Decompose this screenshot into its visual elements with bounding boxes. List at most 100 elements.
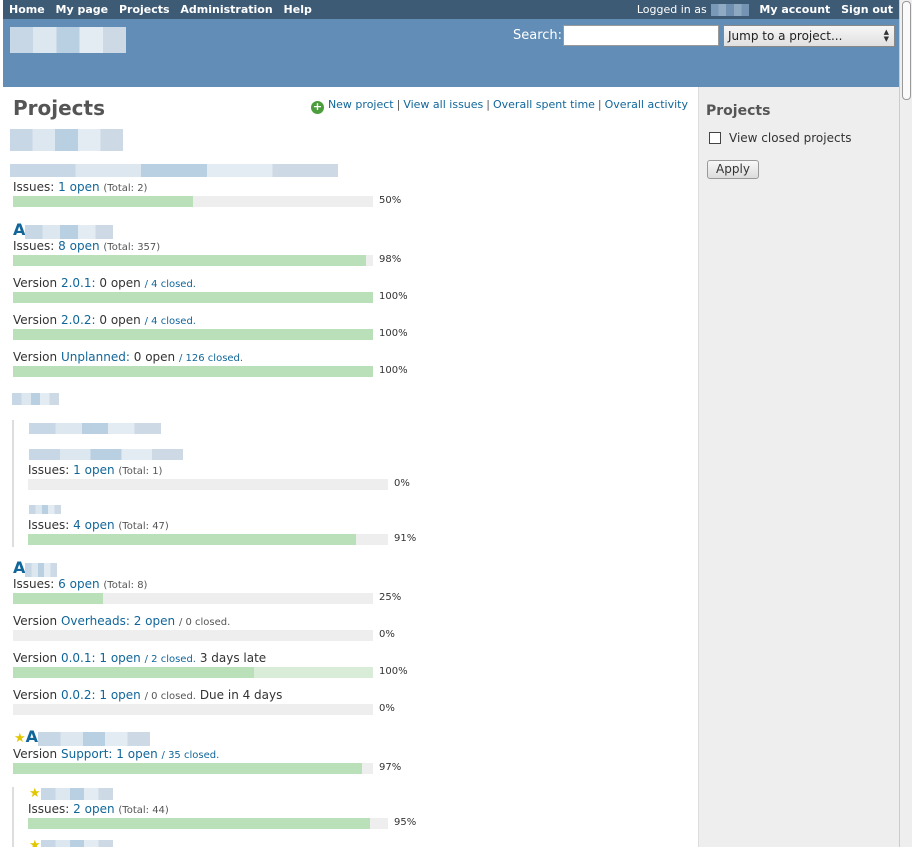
progress-fill: [13, 196, 193, 207]
progress-bar: [28, 818, 388, 829]
subproject-name-redacted[interactable]: [29, 449, 183, 460]
username-redacted[interactable]: [710, 4, 749, 16]
progress-bar: [13, 593, 373, 604]
project-name[interactable]: A: [13, 558, 58, 577]
version-link[interactable]: 0.0.2:: [61, 688, 96, 702]
open-issues-link[interactable]: 6 open: [58, 577, 99, 591]
open-issues-link[interactable]: 1 open: [58, 180, 99, 194]
apply-button[interactable]: Apply: [707, 160, 759, 179]
open-issues-link[interactable]: 8 open: [58, 239, 99, 253]
version-link[interactable]: Overheads:: [61, 614, 130, 628]
closed-issues-link[interactable]: / 126 closed.: [179, 353, 243, 364]
open-issues-link[interactable]: 2 open: [73, 802, 114, 816]
progress-percent: 0%: [379, 703, 395, 714]
new-project-link[interactable]: New project: [328, 98, 394, 111]
project-name-redacted[interactable]: [38, 731, 151, 746]
subproject-name[interactable]: ★: [29, 838, 113, 847]
progress-percent: 0%: [394, 478, 410, 489]
progress-bar: [13, 630, 373, 641]
open-issues-link[interactable]: 2 open: [134, 614, 175, 628]
open-issues-link[interactable]: 1 open: [99, 651, 140, 665]
version-link[interactable]: 0.0.1:: [61, 651, 96, 665]
view-closed-checkbox[interactable]: [709, 132, 721, 144]
project-name[interactable]: A: [13, 220, 114, 239]
progress-percent: 95%: [394, 817, 417, 828]
view-all-issues-link[interactable]: View all issues: [403, 98, 483, 111]
progress-bar: [28, 534, 388, 545]
closed-issues-link[interactable]: / 4 closed.: [145, 279, 196, 290]
subproject-indent-line: [12, 420, 14, 547]
site-logo[interactable]: [10, 27, 126, 53]
scrollbar[interactable]: [899, 0, 912, 847]
subproject-name-redacted[interactable]: [40, 787, 113, 800]
progress-bar: [13, 255, 373, 266]
progress-percent: 100%: [379, 291, 408, 302]
closed-issues-link[interactable]: / 2 closed.: [145, 654, 196, 665]
subproject-name-redacted[interactable]: [29, 505, 61, 514]
progress-bar: [28, 479, 388, 490]
open-issues-link[interactable]: 1 open: [116, 747, 157, 761]
open-issues-link[interactable]: 1 open: [73, 463, 114, 477]
project-issues-line: Issues: 2 open (Total: 44): [28, 802, 169, 816]
progress-bar: [13, 763, 373, 774]
version-status: 3 days late: [199, 651, 267, 665]
contextual-actions: + New project | View all issues | Overall spe…: [310, 98, 688, 114]
menu-sign-out[interactable]: Sign out: [841, 3, 893, 16]
progress-fill: [13, 763, 363, 774]
star-icon: ★: [29, 786, 41, 801]
closed-issues-link[interactable]: / 35 closed.: [162, 750, 220, 761]
overall-spent-time-link[interactable]: Overall spent time: [493, 98, 595, 111]
select-arrows-icon: ▲ ▼: [883, 28, 889, 43]
version-link[interactable]: 2.0.1:: [61, 276, 96, 290]
menu-home[interactable]: Home: [9, 3, 45, 16]
progress-percent: 100%: [379, 666, 408, 677]
project-name-redacted[interactable]: [10, 164, 338, 177]
progress-bar: [13, 366, 373, 377]
progress-percent: 0%: [379, 629, 395, 640]
subproject-name-redacted[interactable]: [40, 839, 113, 847]
closed-issues-link[interactable]: / 4 closed.: [145, 316, 196, 327]
progress-percent: 100%: [379, 365, 408, 376]
version-link[interactable]: Support:: [61, 747, 112, 761]
project-issues-line: Issues: 4 open (Total: 47): [28, 518, 169, 532]
subproject-name-redacted[interactable]: [29, 423, 161, 434]
version-line: Version 0.0.1: 1 open / 2 closed. 3 days…: [13, 651, 267, 665]
progress-fill: [13, 366, 373, 377]
top-menu: Home My page Projects Administration Hel…: [3, 0, 899, 19]
project-name[interactable]: ★A: [14, 727, 151, 746]
overall-activity-link[interactable]: Overall activity: [605, 98, 688, 111]
jump-to-project-select[interactable]: Jump to a project... ▲ ▼: [723, 25, 895, 47]
project-name-redacted[interactable]: [12, 393, 59, 405]
progress-bar: [13, 292, 373, 303]
sidebar: Projects View closed projects Apply: [698, 87, 899, 847]
star-icon: ★: [29, 838, 41, 847]
progress-percent: 100%: [379, 328, 408, 339]
version-link[interactable]: Unplanned:: [61, 350, 130, 364]
menu-my-page[interactable]: My page: [56, 3, 109, 16]
project-issues-line: Issues: 6 open (Total: 8): [13, 577, 148, 591]
progress-fill: [28, 818, 370, 829]
menu-my-account[interactable]: My account: [759, 3, 830, 16]
open-issues-link[interactable]: 4 open: [73, 518, 114, 532]
project-name-redacted[interactable]: [25, 562, 58, 577]
sidebar-title: Projects: [706, 103, 771, 119]
progress-bar: [13, 196, 373, 207]
version-line: Version 0.0.2: 1 open / 0 closed. Due in…: [13, 688, 283, 702]
open-issues-link[interactable]: 1 open: [99, 688, 140, 702]
version-link[interactable]: 2.0.2:: [61, 313, 96, 327]
menu-help[interactable]: Help: [284, 3, 312, 16]
menu-projects[interactable]: Projects: [119, 3, 170, 16]
search-input[interactable]: [563, 25, 719, 46]
search-label: Search:: [513, 28, 563, 43]
view-closed-label: View closed projects: [729, 131, 852, 145]
main-content: Projects + New project | View all issues | Ov…: [3, 87, 698, 847]
scrollbar-thumb[interactable]: [902, 1, 911, 100]
view-closed-projects-option[interactable]: View closed projects: [709, 131, 852, 145]
menu-administration[interactable]: Administration: [180, 3, 272, 16]
project-name-redacted[interactable]: [10, 129, 123, 151]
subproject-name[interactable]: ★: [29, 786, 113, 801]
project-name-redacted[interactable]: [25, 224, 114, 239]
project-issues-line: Issues: 8 open (Total: 357): [13, 239, 161, 253]
progress-fill: [13, 593, 103, 604]
version-line: Version Unplanned: 0 open / 126 closed.: [13, 350, 244, 364]
